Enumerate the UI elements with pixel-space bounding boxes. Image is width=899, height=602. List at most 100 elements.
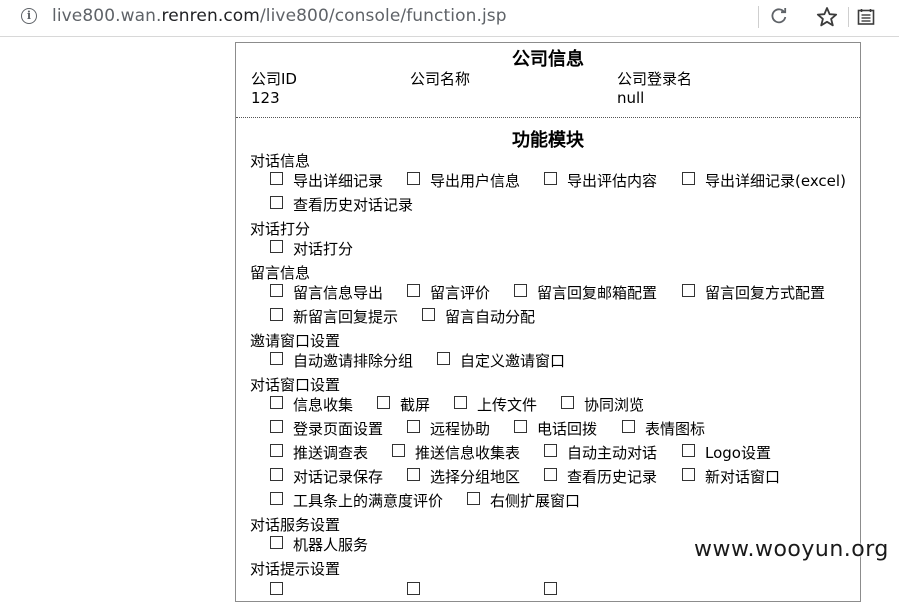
url-prefix: live800.wan.: [52, 6, 162, 26]
module-option[interactable]: 自动主动对话: [544, 442, 657, 462]
module-option-label: 查看历史记录: [567, 467, 658, 486]
checkbox[interactable]: [270, 419, 283, 433]
checkbox[interactable]: [544, 467, 557, 481]
module-option[interactable]: 留言回复方式配置: [682, 282, 825, 302]
module-option[interactable]: 对话打分: [270, 238, 353, 258]
reader-view-icon[interactable]: [857, 8, 875, 26]
module-option[interactable]: 自动邀请排除分组: [270, 350, 413, 370]
checkbox[interactable]: [407, 171, 420, 185]
checkbox[interactable]: [270, 283, 283, 297]
module-option[interactable]: 留言自动分配: [422, 306, 535, 326]
reload-icon[interactable]: [770, 7, 788, 25]
module-option[interactable]: 导出用户信息: [407, 170, 520, 190]
bookmark-star-icon[interactable]: [816, 6, 838, 28]
checkbox[interactable]: [682, 171, 695, 185]
checkbox[interactable]: [270, 307, 283, 321]
checkbox[interactable]: [682, 283, 695, 297]
checkbox[interactable]: [270, 491, 283, 505]
module-option[interactable]: 留言评价: [407, 282, 490, 302]
module-group-label: 对话打分: [250, 220, 311, 238]
checkbox[interactable]: [514, 283, 527, 297]
checkbox[interactable]: [407, 467, 420, 481]
checkbox[interactable]: [270, 582, 283, 595]
module-option-label: 表情图标: [645, 419, 706, 438]
module-option[interactable]: 工具条上的满意度评价: [270, 490, 443, 510]
checkbox[interactable]: [407, 419, 420, 433]
checkbox[interactable]: [270, 467, 283, 481]
site-info-icon[interactable]: i: [21, 8, 37, 24]
module-option[interactable]: 机器人服务: [270, 534, 368, 554]
checkbox[interactable]: [544, 582, 557, 595]
module-option-label: 留言回复方式配置: [705, 283, 826, 302]
module-option-label: 选择分组地区: [430, 467, 521, 486]
function-modules-section: 功能模块 对话信息 导出详细记录 导出用户信息 导出评估内容 导出详细记录(excel)…: [235, 42, 861, 595]
module-option-label: 对话记录保存: [293, 467, 384, 486]
module-option[interactable]: 推送信息收集表: [392, 442, 520, 462]
checkbox[interactable]: [270, 395, 283, 409]
module-option-label: 导出评估内容: [567, 171, 658, 190]
module-option[interactable]: 查看历史记录: [544, 466, 657, 486]
url-path: /live800/console/function.jsp: [259, 6, 507, 26]
module-option[interactable]: 查看历史对话记录: [270, 194, 413, 214]
checkbox[interactable]: [270, 195, 283, 209]
checkbox[interactable]: [467, 491, 480, 505]
module-option[interactable]: 表情图标: [622, 418, 705, 438]
checkbox[interactable]: [437, 351, 450, 365]
checkbox[interactable]: [682, 467, 695, 481]
module-option[interactable]: 推送调查表: [270, 442, 368, 462]
module-option[interactable]: 上传文件: [454, 394, 537, 414]
module-option[interactable]: 信息收集: [270, 394, 353, 414]
checkbox[interactable]: [270, 239, 283, 253]
module-option-label: 推送信息收集表: [415, 443, 521, 462]
module-option-label: 导出详细记录(excel): [705, 171, 846, 190]
checkbox[interactable]: [377, 395, 390, 409]
module-option-label: 自定义邀请窗口: [460, 351, 566, 370]
checkbox[interactable]: [544, 443, 557, 457]
checkbox[interactable]: [422, 307, 435, 321]
module-option-label: 登录页面设置: [293, 419, 384, 438]
module-option[interactable]: 登录页面设置: [270, 418, 383, 438]
checkbox[interactable]: [682, 443, 695, 457]
checkbox[interactable]: [270, 351, 283, 365]
url-field[interactable]: live800.wan.renren.com/live800/console/f…: [52, 6, 507, 26]
checkbox[interactable]: [514, 419, 527, 433]
module-option[interactable]: 选择分组地区: [407, 466, 520, 486]
module-option[interactable]: 右侧扩展窗口: [467, 490, 580, 510]
module-group-label: 对话窗口设置: [250, 376, 341, 394]
checkbox[interactable]: [392, 443, 405, 457]
module-option[interactable]: 自定义邀请窗口: [437, 350, 565, 370]
module-option[interactable]: 留言信息导出: [270, 282, 383, 302]
checkbox[interactable]: [561, 395, 574, 409]
address-bar[interactable]: i live800.wan.renren.com/live800/console…: [0, 0, 899, 37]
module-option[interactable]: 新对话窗口: [682, 466, 780, 486]
module-option[interactable]: 导出详细记录: [270, 170, 383, 190]
checkbox[interactable]: [454, 395, 467, 409]
module-option-label: 自动邀请排除分组: [293, 351, 414, 370]
module-option[interactable]: 电话回拨: [514, 418, 597, 438]
module-option[interactable]: 远程协助: [407, 418, 490, 438]
checkbox[interactable]: [622, 419, 635, 433]
module-group-label: 对话服务设置: [250, 516, 341, 534]
module-option-label: 导出用户信息: [430, 171, 521, 190]
module-option-label: 推送调查表: [293, 443, 369, 462]
checkbox[interactable]: [270, 171, 283, 185]
module-option-label: 新留言回复提示: [293, 307, 399, 326]
watermark: www.wooyun.org: [694, 537, 889, 562]
module-option[interactable]: 协同浏览: [561, 394, 644, 414]
module-option[interactable]: 对话记录保存: [270, 466, 383, 486]
module-option[interactable]: 导出详细记录(excel): [682, 170, 846, 190]
module-option-label: 截屏: [400, 395, 431, 414]
module-option-label: Logo设置: [705, 443, 771, 462]
module-option[interactable]: 导出评估内容: [544, 170, 657, 190]
checkbox[interactable]: [270, 535, 283, 549]
module-option[interactable]: Logo设置: [682, 442, 771, 462]
checkbox[interactable]: [270, 443, 283, 457]
module-option[interactable]: 留言回复邮箱配置: [514, 282, 657, 302]
divider: [758, 6, 759, 28]
module-option[interactable]: 新留言回复提示: [270, 306, 398, 326]
checkbox[interactable]: [407, 582, 420, 595]
module-option[interactable]: 截屏: [377, 394, 430, 414]
checkbox[interactable]: [544, 171, 557, 185]
checkbox[interactable]: [407, 283, 420, 297]
module-group-label: 对话提示设置: [250, 560, 341, 578]
